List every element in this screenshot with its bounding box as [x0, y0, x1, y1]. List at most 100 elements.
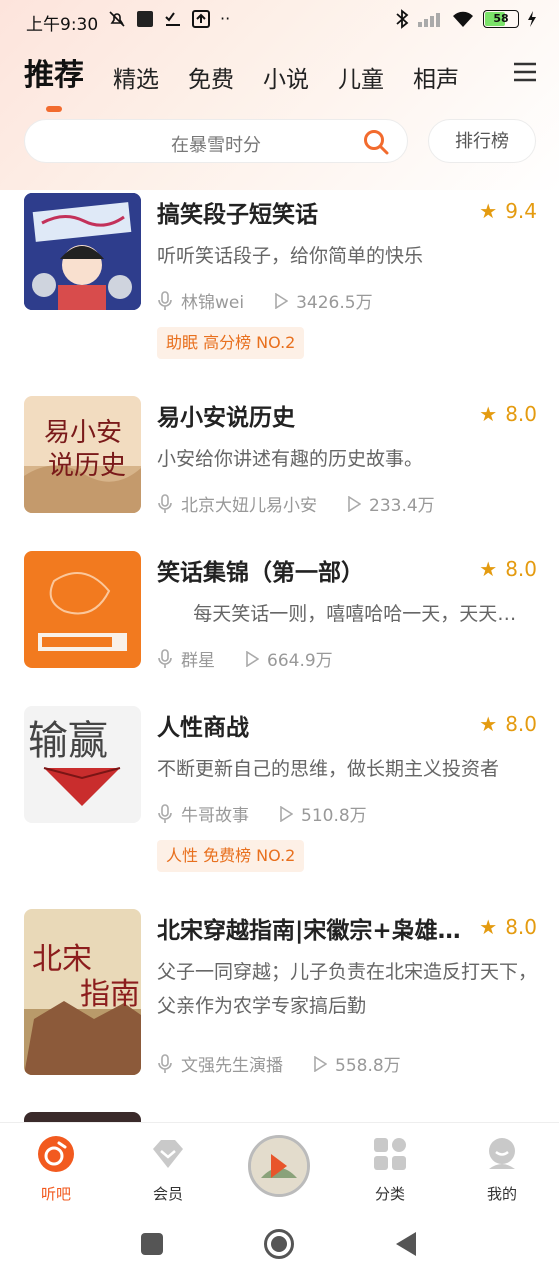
nav-category[interactable]: 分类: [350, 1135, 430, 1204]
cover-image: [24, 551, 141, 668]
play-count-icon: [348, 495, 361, 512]
item-plays: 558.8万: [335, 1056, 401, 1076]
tab-free[interactable]: 免费: [188, 60, 234, 94]
svg-text:易小安: 易小安: [44, 418, 122, 448]
item-rating: ★ 8.0: [479, 915, 537, 939]
cover-image: [24, 1112, 141, 1122]
charging-icon: [528, 11, 536, 27]
nav-vip[interactable]: 会员: [128, 1135, 208, 1204]
svg-text:指南: 指南: [80, 977, 140, 1012]
nav-listen-label: 听吧: [40, 1185, 71, 1203]
item-title: 人性商战: [157, 715, 249, 741]
status-icons-right: 58: [395, 9, 537, 29]
cover-image: 北宋 指南: [24, 909, 141, 1075]
item-author: 文强先生演播: [181, 1056, 283, 1076]
svg-text:输赢: 输赢: [28, 718, 108, 764]
item-title: 笑话集锦（第一部）: [157, 560, 364, 586]
cellular-signal-icon: [418, 13, 440, 27]
star-icon: ★: [479, 402, 498, 426]
recent-apps-icon[interactable]: [140, 1232, 164, 1256]
category-tabs: 推荐 精选 免费 小说 儿童 相声: [24, 54, 488, 112]
microphone-icon: [158, 290, 172, 310]
more-notifications-icon: ··: [220, 9, 231, 28]
wifi-icon: [453, 11, 473, 27]
star-icon: ★: [479, 915, 498, 939]
rating-value: 8.0: [505, 402, 537, 426]
item-plays: 510.8万: [301, 806, 367, 826]
upload-notification-icon: [192, 9, 210, 28]
tab-children[interactable]: 儿童: [338, 60, 384, 94]
ranking-button[interactable]: 排行榜: [428, 119, 536, 163]
item-author: 牛哥故事: [181, 806, 249, 826]
cover-image: 易小安 说历史: [24, 396, 141, 513]
nav-mine[interactable]: 我的: [462, 1135, 542, 1204]
mute-alarm-icon: [109, 10, 125, 27]
tab-recommend[interactable]: 推荐: [24, 50, 84, 112]
menu-icon[interactable]: [513, 60, 537, 84]
item-title: 北宋穿越指南|宋徽宗+枭雄…: [157, 918, 461, 944]
search-icon: [364, 130, 389, 155]
play-count-icon: [280, 805, 293, 822]
item-rating: ★ 8.0: [479, 402, 537, 426]
item-title: 搞笑段子短笑话: [157, 202, 318, 228]
tab-crosstalk[interactable]: 相声: [413, 60, 459, 94]
profile-icon: [489, 1138, 515, 1169]
item-rating: ★ 8.0: [479, 712, 537, 736]
item-meta: 北京大妞儿易小安 233.4万: [157, 491, 435, 516]
star-icon: ★: [479, 557, 498, 581]
item-meta: 文强先生演播 558.8万: [157, 1051, 401, 1076]
item-title: 易小安说历史: [157, 405, 295, 431]
tab-featured[interactable]: 精选: [113, 60, 159, 94]
cover-image: 输赢: [24, 706, 141, 823]
app-notification-icon: [137, 10, 153, 27]
svg-text:说历史: 说历史: [48, 451, 126, 481]
item-rating: ★ 9.4: [479, 199, 537, 223]
status-bar: 上午9:30 ·· 58: [0, 0, 559, 42]
cover-image: [24, 193, 141, 310]
play-count-icon: [275, 292, 289, 309]
battery-level: 58: [493, 12, 509, 25]
item-plays: 664.9万: [267, 651, 333, 671]
play-count-icon: [246, 650, 259, 667]
item-rating: ★ 8.0: [479, 557, 537, 581]
tab-novel[interactable]: 小说: [263, 60, 309, 94]
now-playing-button[interactable]: [248, 1135, 310, 1197]
item-meta: 牛哥故事 510.8万: [157, 801, 367, 826]
back-icon[interactable]: [394, 1230, 418, 1258]
rating-value: 9.4: [505, 199, 537, 223]
rank-tag[interactable]: 助眠 高分榜 NO.2: [157, 327, 305, 359]
microphone-icon: [158, 1053, 172, 1073]
item-description: 小安给你讲述有趣的历史故事。: [157, 448, 424, 470]
item-meta: 群星 664.9万: [157, 646, 333, 671]
now-playing-cover: [251, 1138, 307, 1194]
rating-value: 8.0: [505, 712, 537, 736]
bluetooth-icon: [396, 9, 409, 29]
star-icon: ★: [479, 199, 498, 223]
item-description: 不断更新自己的思维，做长期主义投资者: [157, 758, 500, 780]
search-input[interactable]: 在暴雪时分: [24, 119, 408, 163]
item-description: 每天笑话一则，嘻嘻哈哈一天，天天…: [157, 603, 517, 625]
item-author: 群星: [181, 651, 215, 671]
item-meta: 林锦wei 3426.5万: [157, 288, 373, 313]
microphone-icon: [158, 493, 172, 513]
nav-vip-label: 会员: [152, 1185, 183, 1203]
task-check-icon: [165, 11, 180, 26]
battery-indicator: 58: [483, 10, 519, 28]
star-icon: ★: [479, 712, 498, 736]
item-plays: 233.4万: [369, 496, 435, 516]
home-icon[interactable]: [263, 1228, 295, 1260]
microphone-icon: [158, 648, 172, 668]
system-navigation-bar: [0, 1212, 559, 1280]
play-count-icon: [314, 1055, 327, 1072]
nav-listen[interactable]: 听吧: [16, 1135, 96, 1204]
svg-text:北宋: 北宋: [32, 942, 92, 977]
status-time: 上午9:30: [26, 15, 99, 35]
status-icons-left: ··: [108, 9, 230, 28]
item-description: 听听笑话段子，给你简单的快乐: [157, 245, 424, 267]
nav-mine-label: 我的: [486, 1185, 517, 1203]
microphone-icon: [158, 803, 172, 823]
category-grid-icon: [374, 1138, 406, 1170]
rating-value: 8.0: [505, 557, 537, 581]
bottom-navigation: 听吧 会员 分类 我的: [0, 1122, 559, 1213]
rank-tag[interactable]: 人性 免费榜 NO.2: [157, 840, 305, 872]
